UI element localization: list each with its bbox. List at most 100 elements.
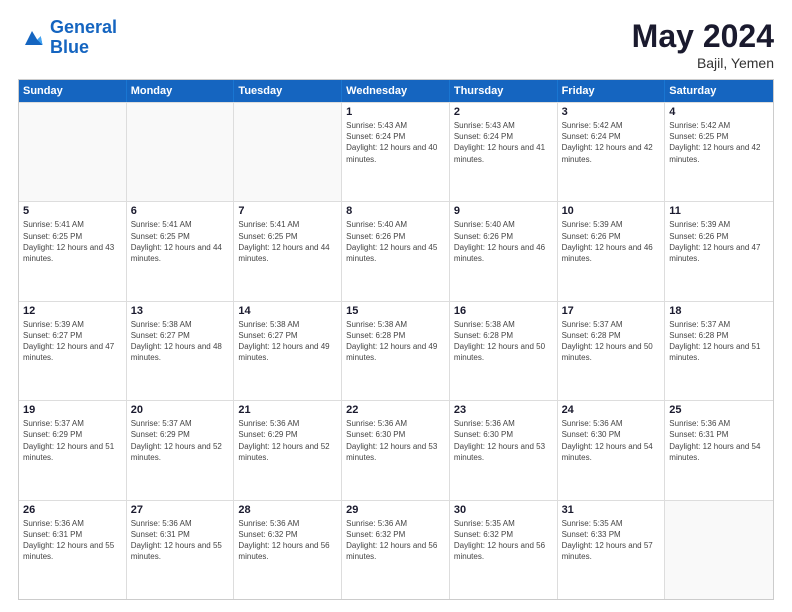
day-info: Sunrise: 5:41 AM Sunset: 6:25 PM Dayligh… — [23, 219, 122, 264]
day-cell-4-0: 26 Sunrise: 5:36 AM Sunset: 6:31 PM Dayli… — [19, 501, 127, 599]
day-info: Sunrise: 5:38 AM Sunset: 6:27 PM Dayligh… — [238, 319, 337, 364]
header-tuesday: Tuesday — [234, 80, 342, 102]
day-cell-4-6 — [665, 501, 773, 599]
day-info: Sunrise: 5:41 AM Sunset: 6:25 PM Dayligh… — [238, 219, 337, 264]
day-info: Sunrise: 5:41 AM Sunset: 6:25 PM Dayligh… — [131, 219, 230, 264]
day-cell-1-0: 5 Sunrise: 5:41 AM Sunset: 6:25 PM Daylig… — [19, 202, 127, 300]
day-number: 13 — [131, 305, 230, 317]
month-year: May 2024 — [632, 18, 774, 55]
day-info: Sunrise: 5:40 AM Sunset: 6:26 PM Dayligh… — [346, 219, 445, 264]
header-friday: Friday — [558, 80, 666, 102]
day-cell-1-3: 8Sunrise: 5:40 AM Sunset: 6:26 PM Daylig… — [342, 202, 450, 300]
logo-text: General Blue — [50, 18, 117, 58]
day-cell-3-4: 23 Sunrise: 5:36 AM Sunset: 6:30 PM Dayli… — [450, 401, 558, 499]
day-number: 9 — [454, 205, 553, 217]
day-cell-4-4: 30 Sunrise: 5:35 AM Sunset: 6:32 PM Dayli… — [450, 501, 558, 599]
location: Bajil, Yemen — [632, 55, 774, 71]
day-cell-2-6: 18 Sunrise: 5:37 AM Sunset: 6:28 PM Dayli… — [665, 302, 773, 400]
day-cell-2-3: 15 Sunrise: 5:38 AM Sunset: 6:28 PM Dayli… — [342, 302, 450, 400]
day-info: Sunrise: 5:36 AM Sunset: 6:31 PM Dayligh… — [131, 518, 230, 563]
day-number: 19 — [23, 404, 122, 416]
day-info: Sunrise: 5:40 AM Sunset: 6:26 PM Dayligh… — [454, 219, 553, 264]
day-info: Sunrise: 5:37 AM Sunset: 6:29 PM Dayligh… — [131, 418, 230, 463]
day-cell-3-5: 24Sunrise: 5:36 AM Sunset: 6:30 PM Dayli… — [558, 401, 666, 499]
logo: General Blue — [18, 18, 117, 58]
day-number: 24 — [562, 404, 661, 416]
day-info: Sunrise: 5:43 AM Sunset: 6:24 PM Dayligh… — [454, 120, 553, 165]
day-cell-4-2: 28 Sunrise: 5:36 AM Sunset: 6:32 PM Dayli… — [234, 501, 342, 599]
day-number: 23 — [454, 404, 553, 416]
day-number: 22 — [346, 404, 445, 416]
day-number: 26 — [23, 504, 122, 516]
day-number: 27 — [131, 504, 230, 516]
day-number: 14 — [238, 305, 337, 317]
day-number: 4 — [669, 106, 769, 118]
day-info: Sunrise: 5:37 AM Sunset: 6:28 PM Dayligh… — [562, 319, 661, 364]
day-cell-0-4: 2 Sunrise: 5:43 AM Sunset: 6:24 PM Daylig… — [450, 103, 558, 201]
day-info: Sunrise: 5:39 AM Sunset: 6:26 PM Dayligh… — [562, 219, 661, 264]
day-cell-2-5: 17 Sunrise: 5:37 AM Sunset: 6:28 PM Dayli… — [558, 302, 666, 400]
day-info: Sunrise: 5:38 AM Sunset: 6:28 PM Dayligh… — [346, 319, 445, 364]
day-cell-0-1 — [127, 103, 235, 201]
header-saturday: Saturday — [665, 80, 773, 102]
day-cell-2-1: 13Sunrise: 5:38 AM Sunset: 6:27 PM Dayli… — [127, 302, 235, 400]
day-info: Sunrise: 5:38 AM Sunset: 6:28 PM Dayligh… — [454, 319, 553, 364]
day-cell-3-2: 21Sunrise: 5:36 AM Sunset: 6:29 PM Dayli… — [234, 401, 342, 499]
day-cell-0-5: 3 Sunrise: 5:42 AM Sunset: 6:24 PM Daylig… — [558, 103, 666, 201]
day-cell-3-6: 25 Sunrise: 5:36 AM Sunset: 6:31 PM Dayli… — [665, 401, 773, 499]
day-number: 17 — [562, 305, 661, 317]
day-info: Sunrise: 5:42 AM Sunset: 6:25 PM Dayligh… — [669, 120, 769, 165]
day-info: Sunrise: 5:42 AM Sunset: 6:24 PM Dayligh… — [562, 120, 661, 165]
header-wednesday: Wednesday — [342, 80, 450, 102]
day-number: 11 — [669, 205, 769, 217]
day-cell-0-2 — [234, 103, 342, 201]
day-cell-2-2: 14 Sunrise: 5:38 AM Sunset: 6:27 PM Dayli… — [234, 302, 342, 400]
day-cell-2-0: 12 Sunrise: 5:39 AM Sunset: 6:27 PM Dayli… — [19, 302, 127, 400]
header: General Blue May 2024 Bajil, Yemen — [18, 18, 774, 71]
day-cell-1-6: 11 Sunrise: 5:39 AM Sunset: 6:26 PM Dayli… — [665, 202, 773, 300]
calendar-body: 1 Sunrise: 5:43 AM Sunset: 6:24 PM Daylig… — [19, 102, 773, 599]
day-number: 30 — [454, 504, 553, 516]
day-cell-2-4: 16 Sunrise: 5:38 AM Sunset: 6:28 PM Dayli… — [450, 302, 558, 400]
day-number: 3 — [562, 106, 661, 118]
logo-icon — [18, 24, 46, 52]
day-info: Sunrise: 5:39 AM Sunset: 6:26 PM Dayligh… — [669, 219, 769, 264]
week-row-0: 1 Sunrise: 5:43 AM Sunset: 6:24 PM Daylig… — [19, 102, 773, 201]
day-number: 5 — [23, 205, 122, 217]
day-info: Sunrise: 5:35 AM Sunset: 6:32 PM Dayligh… — [454, 518, 553, 563]
day-cell-0-6: 4 Sunrise: 5:42 AM Sunset: 6:25 PM Daylig… — [665, 103, 773, 201]
week-row-4: 26 Sunrise: 5:36 AM Sunset: 6:31 PM Dayli… — [19, 500, 773, 599]
day-cell-1-4: 9 Sunrise: 5:40 AM Sunset: 6:26 PM Daylig… — [450, 202, 558, 300]
day-number: 15 — [346, 305, 445, 317]
title-block: May 2024 Bajil, Yemen — [632, 18, 774, 71]
day-number: 12 — [23, 305, 122, 317]
day-number: 25 — [669, 404, 769, 416]
day-info: Sunrise: 5:36 AM Sunset: 6:31 PM Dayligh… — [669, 418, 769, 463]
page: General Blue May 2024 Bajil, Yemen Sunda… — [0, 0, 792, 612]
day-number: 2 — [454, 106, 553, 118]
day-info: Sunrise: 5:36 AM Sunset: 6:32 PM Dayligh… — [346, 518, 445, 563]
day-number: 28 — [238, 504, 337, 516]
day-cell-4-5: 31Sunrise: 5:35 AM Sunset: 6:33 PM Dayli… — [558, 501, 666, 599]
day-info: Sunrise: 5:36 AM Sunset: 6:29 PM Dayligh… — [238, 418, 337, 463]
day-number: 16 — [454, 305, 553, 317]
header-thursday: Thursday — [450, 80, 558, 102]
day-cell-0-0 — [19, 103, 127, 201]
day-number: 18 — [669, 305, 769, 317]
day-info: Sunrise: 5:36 AM Sunset: 6:30 PM Dayligh… — [454, 418, 553, 463]
day-cell-1-1: 6 Sunrise: 5:41 AM Sunset: 6:25 PM Daylig… — [127, 202, 235, 300]
day-info: Sunrise: 5:37 AM Sunset: 6:28 PM Dayligh… — [669, 319, 769, 364]
day-number: 1 — [346, 106, 445, 118]
calendar-header: Sunday Monday Tuesday Wednesday Thursday… — [19, 80, 773, 102]
day-info: Sunrise: 5:43 AM Sunset: 6:24 PM Dayligh… — [346, 120, 445, 165]
day-number: 31 — [562, 504, 661, 516]
week-row-1: 5 Sunrise: 5:41 AM Sunset: 6:25 PM Daylig… — [19, 201, 773, 300]
day-info: Sunrise: 5:36 AM Sunset: 6:32 PM Dayligh… — [238, 518, 337, 563]
calendar: Sunday Monday Tuesday Wednesday Thursday… — [18, 79, 774, 600]
day-info: Sunrise: 5:39 AM Sunset: 6:27 PM Dayligh… — [23, 319, 122, 364]
day-number: 6 — [131, 205, 230, 217]
day-cell-4-3: 29Sunrise: 5:36 AM Sunset: 6:32 PM Dayli… — [342, 501, 450, 599]
week-row-3: 19 Sunrise: 5:37 AM Sunset: 6:29 PM Dayli… — [19, 400, 773, 499]
day-info: Sunrise: 5:36 AM Sunset: 6:31 PM Dayligh… — [23, 518, 122, 563]
header-sunday: Sunday — [19, 80, 127, 102]
